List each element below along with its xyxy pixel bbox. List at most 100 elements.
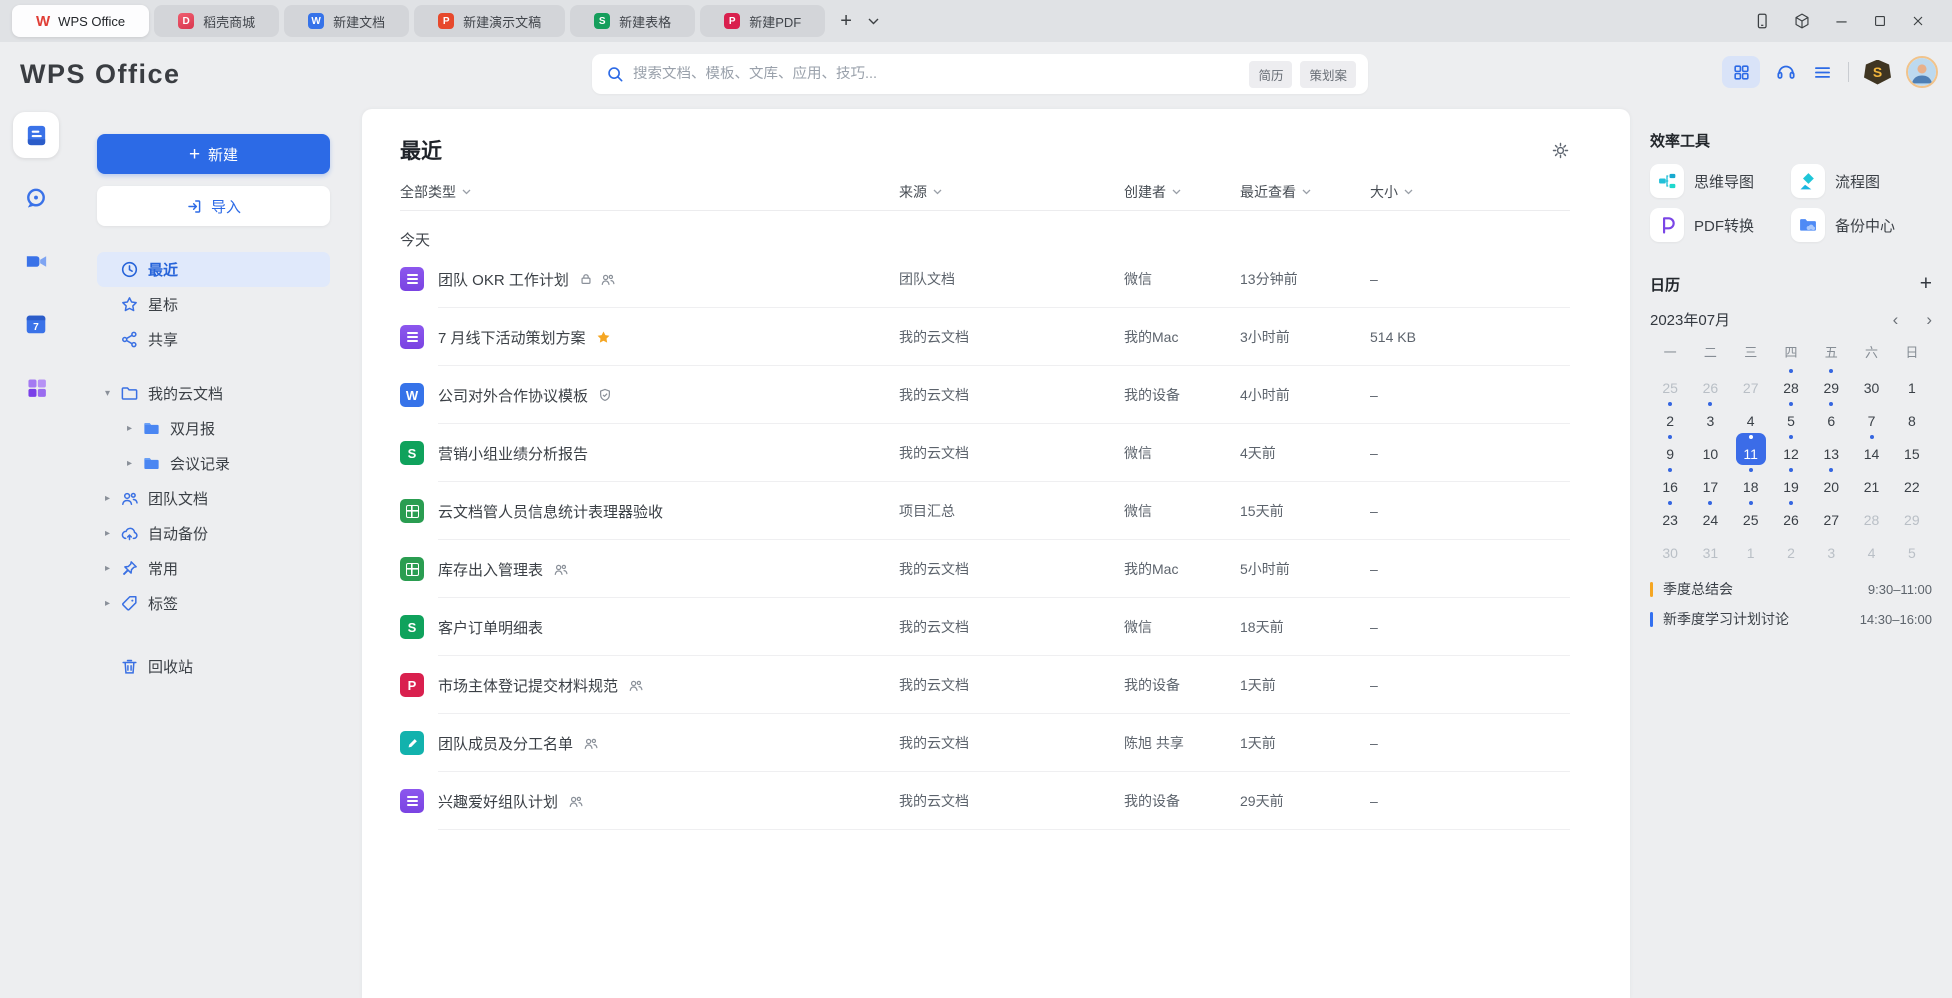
calendar-day[interactable]: 19 xyxy=(1771,465,1811,498)
search-suggestion-chip[interactable]: 策划案 xyxy=(1300,61,1356,88)
new-tab-button[interactable]: + xyxy=(840,10,852,33)
calendar-day[interactable]: 6 xyxy=(1811,399,1851,432)
app-tab[interactable]: D 稻壳商城 xyxy=(154,5,279,37)
rail-item-calendar[interactable]: 7 xyxy=(13,301,59,347)
calendar-day[interactable]: 29 xyxy=(1811,366,1851,399)
calendar-day[interactable]: 21 xyxy=(1851,465,1891,498)
sidebar-item-trash[interactable]: 回收站 xyxy=(97,649,330,684)
calendar-day[interactable]: 9 xyxy=(1650,432,1690,465)
calendar-day[interactable]: 24 xyxy=(1690,498,1730,531)
app-tab[interactable]: W 新建文档 xyxy=(284,5,409,37)
calendar-day[interactable]: 13 xyxy=(1811,432,1851,465)
calendar-day[interactable]: 28 xyxy=(1771,366,1811,399)
calendar-day[interactable]: 15 xyxy=(1892,432,1932,465)
list-settings-button[interactable] xyxy=(1551,141,1570,160)
rail-item-messages[interactable] xyxy=(13,175,59,221)
file-row[interactable]: 7 月线下活动策划方案 我的云文档 我的Mac 3小时前 514 KB xyxy=(400,308,1570,366)
rail-item-apps[interactable] xyxy=(13,364,59,410)
file-row[interactable]: 库存出入管理表 我的云文档 我的Mac 5小时前 – xyxy=(400,540,1570,598)
sidebar-item-shared[interactable]: 共享 xyxy=(97,322,330,357)
filter-dropdown[interactable]: 创建者 xyxy=(1124,182,1240,202)
app-tab[interactable]: W WPS Office xyxy=(12,5,149,37)
calendar-day[interactable]: 2 xyxy=(1771,531,1811,564)
calendar-day[interactable]: 30 xyxy=(1851,366,1891,399)
sidebar-item-bimonthly-report[interactable]: ▸ 双月报 xyxy=(97,411,330,446)
sidebar-item-auto-backup[interactable]: ▸ 自动备份 xyxy=(97,516,330,551)
calendar-day[interactable]: 4 xyxy=(1731,399,1771,432)
calendar-day[interactable]: 29 xyxy=(1892,498,1932,531)
calendar-day[interactable]: 17 xyxy=(1690,465,1730,498)
sidebar-item-meeting-notes[interactable]: ▸ 会议记录 xyxy=(97,446,330,481)
calendar-day[interactable]: 1 xyxy=(1731,531,1771,564)
main-menu-button[interactable] xyxy=(1812,62,1833,83)
new-document-button[interactable]: + 新建 xyxy=(97,134,330,174)
calendar-day[interactable]: 26 xyxy=(1771,498,1811,531)
calendar-day[interactable]: 28 xyxy=(1851,498,1891,531)
calendar-day[interactable]: 5 xyxy=(1771,399,1811,432)
mobile-sync-button[interactable] xyxy=(1753,12,1771,30)
calendar-day[interactable]: 26 xyxy=(1690,366,1730,399)
sidebar-item-tags[interactable]: ▸ 标签 xyxy=(97,586,330,621)
sidebar-item-my-cloud-docs[interactable]: ▾ 我的云文档 xyxy=(97,376,330,411)
calendar-event[interactable]: 新季度学习计划讨论 14:30–16:00 xyxy=(1650,604,1932,634)
app-box-button[interactable] xyxy=(1793,12,1811,30)
calendar-day[interactable]: 16 xyxy=(1650,465,1690,498)
calendar-day[interactable]: 5 xyxy=(1892,531,1932,564)
apps-grid-button[interactable] xyxy=(1722,56,1760,88)
close-button[interactable] xyxy=(1910,13,1926,29)
search-input[interactable] xyxy=(633,66,1240,82)
add-event-button[interactable]: + xyxy=(1920,272,1932,296)
calendar-day[interactable]: 20 xyxy=(1811,465,1851,498)
rail-item-documents[interactable] xyxy=(13,112,59,158)
calendar-day[interactable]: 27 xyxy=(1731,366,1771,399)
calendar-day[interactable]: 25 xyxy=(1731,498,1771,531)
calendar-day[interactable]: 23 xyxy=(1650,498,1690,531)
calendar-day[interactable]: 14 xyxy=(1851,432,1891,465)
calendar-day[interactable]: 11 xyxy=(1731,432,1771,465)
rail-item-meetings[interactable] xyxy=(13,238,59,284)
tool-pdf-convert[interactable]: PDF转换 xyxy=(1650,208,1791,242)
file-row[interactable]: S 营销小组业绩分析报告 我的云文档 微信 4天前 – xyxy=(400,424,1570,482)
calendar-day[interactable]: 8 xyxy=(1892,399,1932,432)
sidebar-item-starred[interactable]: 星标 xyxy=(97,287,330,322)
calendar-day[interactable]: 4 xyxy=(1851,531,1891,564)
tool-flowchart[interactable]: 流程图 xyxy=(1791,164,1932,198)
calendar-day[interactable]: 2 xyxy=(1650,399,1690,432)
filter-dropdown[interactable]: 最近查看 xyxy=(1240,182,1370,202)
calendar-day[interactable]: 25 xyxy=(1650,366,1690,399)
file-row[interactable]: 团队 OKR 工作计划 团队文档 微信 13分钟前 – xyxy=(400,250,1570,308)
calendar-day[interactable]: 30 xyxy=(1650,531,1690,564)
calendar-day[interactable]: 1 xyxy=(1892,366,1932,399)
file-row[interactable]: S 客户订单明细表 我的云文档 微信 18天前 – xyxy=(400,598,1570,656)
file-row[interactable]: P 市场主体登记提交材料规范 我的云文档 我的设备 1天前 – xyxy=(400,656,1570,714)
filter-dropdown[interactable]: 来源 xyxy=(899,182,1124,202)
calendar-day[interactable]: 7 xyxy=(1851,399,1891,432)
tool-backup-center[interactable]: 备份中心 xyxy=(1791,208,1932,242)
avatar[interactable] xyxy=(1906,56,1938,88)
maximize-button[interactable] xyxy=(1872,13,1888,29)
sidebar-item-recent[interactable]: 最近 xyxy=(97,252,330,287)
support-button[interactable] xyxy=(1775,61,1797,83)
calendar-day[interactable]: 31 xyxy=(1690,531,1730,564)
filter-dropdown[interactable]: 全部类型 xyxy=(400,182,471,202)
calendar-day[interactable]: 10 xyxy=(1690,432,1730,465)
calendar-day[interactable]: 3 xyxy=(1811,531,1851,564)
file-row[interactable]: 团队成员及分工名单 我的云文档 陈旭 共享 1天前 – xyxy=(400,714,1570,772)
filter-dropdown[interactable]: 大小 xyxy=(1370,182,1570,202)
file-row[interactable]: 云文档管人员信息统计表理器验收 项目汇总 微信 15天前 – xyxy=(400,482,1570,540)
calendar-day[interactable]: 18 xyxy=(1731,465,1771,498)
import-button[interactable]: 导入 xyxy=(97,186,330,226)
calendar-day[interactable]: 27 xyxy=(1811,498,1851,531)
next-month-button[interactable]: › xyxy=(1926,310,1932,330)
tool-mindmap[interactable]: 思维导图 xyxy=(1650,164,1791,198)
calendar-day[interactable]: 22 xyxy=(1892,465,1932,498)
sidebar-item-team-docs[interactable]: ▸ 团队文档 xyxy=(97,481,330,516)
minimize-button[interactable] xyxy=(1833,13,1850,30)
search-suggestion-chip[interactable]: 简历 xyxy=(1249,61,1292,88)
app-tab[interactable]: P 新建演示文稿 xyxy=(414,5,565,37)
calendar-day[interactable]: 12 xyxy=(1771,432,1811,465)
calendar-day[interactable]: 3 xyxy=(1690,399,1730,432)
prev-month-button[interactable]: ‹ xyxy=(1893,310,1899,330)
app-tab[interactable]: P 新建PDF xyxy=(700,5,825,37)
app-tab[interactable]: S 新建表格 xyxy=(570,5,695,37)
